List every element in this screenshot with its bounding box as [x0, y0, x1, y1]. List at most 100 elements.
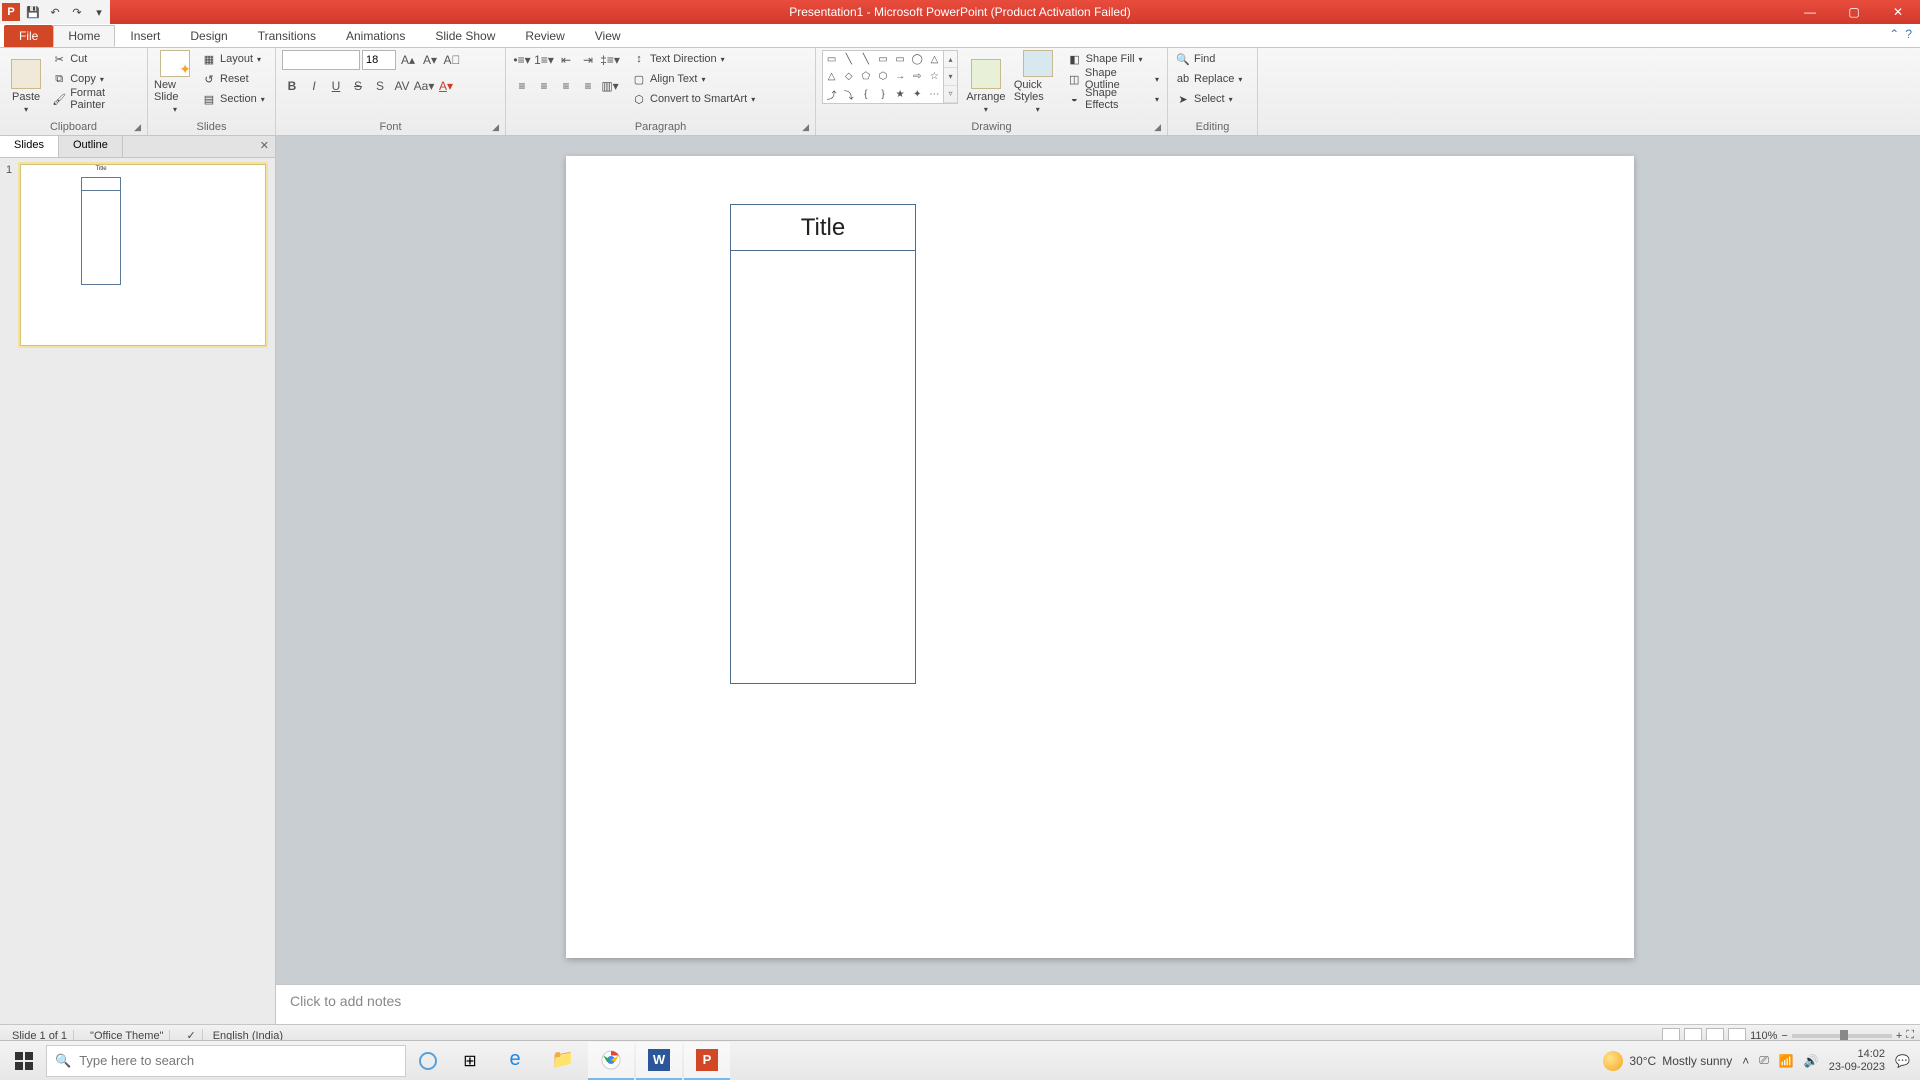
align-center-button[interactable]: ≡ [534, 76, 554, 96]
convert-smartart-button[interactable]: ⬡Convert to SmartArt ▾ [630, 90, 757, 108]
italic-button[interactable]: I [304, 76, 324, 96]
close-button[interactable]: ✕ [1876, 0, 1920, 24]
font-size-combo[interactable]: 18 [362, 50, 396, 70]
text-shadow-button[interactable]: S [370, 76, 390, 96]
weather-widget[interactable]: 30°C Mostly sunny [1603, 1051, 1732, 1071]
justify-button[interactable]: ≡ [578, 76, 598, 96]
align-right-button[interactable]: ≡ [556, 76, 576, 96]
section-button[interactable]: ▤Section ▾ [200, 90, 267, 108]
layout-button[interactable]: ▦Layout ▾ [200, 50, 267, 68]
select-button[interactable]: ➤Select ▾ [1174, 90, 1244, 108]
start-button[interactable] [4, 1045, 44, 1077]
group-drawing: ▭╲╲▭▭◯△ △◇⬠⬡→⇨☆ ⤴⤵{}★✦⋯ ▴▾▿ Arrange▾ Qui… [816, 48, 1168, 135]
windows-logo-icon [15, 1052, 33, 1070]
shape-effects-button[interactable]: ◒Shape Effects ▾ [1066, 90, 1161, 108]
app-icon[interactable]: P [2, 3, 20, 21]
slide-canvas[interactable]: Title [566, 156, 1634, 958]
help-icon[interactable]: ? [1905, 27, 1912, 41]
bullets-button[interactable]: •≡▾ [512, 50, 532, 70]
taskbar-app-explorer[interactable]: 📁 [540, 1042, 586, 1080]
copy-button[interactable]: ⧉Copy ▾ [50, 70, 141, 88]
tab-view[interactable]: View [580, 25, 636, 47]
replace-button[interactable]: abReplace ▾ [1174, 70, 1244, 88]
grow-font-button[interactable]: A▴ [398, 50, 418, 70]
tray-meet-now-icon[interactable]: ⎚ [1759, 1053, 1769, 1068]
shape-fill-button[interactable]: ◧Shape Fill ▾ [1066, 50, 1161, 68]
tray-wifi-icon[interactable]: 📶 [1779, 1054, 1794, 1068]
qat-customize-icon[interactable]: ▾ [90, 3, 108, 21]
drawing-dialog-launcher[interactable]: ◢ [1154, 122, 1161, 133]
taskbar-app-word[interactable]: W [636, 1042, 682, 1080]
tab-design[interactable]: Design [175, 25, 242, 47]
save-icon[interactable]: 💾 [24, 3, 42, 21]
minimize-ribbon-icon[interactable]: ⌃ [1889, 27, 1899, 41]
slide-thumbnail[interactable]: Title [20, 164, 266, 346]
tab-review[interactable]: Review [510, 25, 579, 47]
cortana-button[interactable] [408, 1045, 448, 1077]
maximize-button[interactable]: ▢ [1832, 0, 1876, 24]
clear-formatting-button[interactable]: A⃠ [442, 50, 462, 70]
tray-clock[interactable]: 14:02 23-09-2023 [1829, 1048, 1885, 1074]
panel-tabs: Slides Outline ✕ [0, 136, 275, 158]
line-spacing-button[interactable]: ‡≡▾ [600, 50, 620, 70]
tab-file[interactable]: File [4, 25, 53, 47]
tray-chevron-icon[interactable]: ˄ [1742, 1054, 1749, 1068]
bold-button[interactable]: B [282, 76, 302, 96]
format-painter-button[interactable]: 🖌Format Painter [50, 90, 141, 108]
taskbar-app-powerpoint[interactable]: P [684, 1042, 730, 1080]
taskbar-app-edge[interactable]: e [492, 1042, 538, 1080]
paragraph-dialog-launcher[interactable]: ◢ [802, 122, 809, 133]
table-title-cell[interactable]: Title [731, 205, 915, 251]
font-dialog-launcher[interactable]: ◢ [492, 122, 499, 133]
brush-icon: 🖌 [52, 92, 66, 106]
smartart-label: Convert to SmartArt [650, 93, 747, 105]
shapes-gallery[interactable]: ▭╲╲▭▭◯△ △◇⬠⬡→⇨☆ ⤴⤵{}★✦⋯ [822, 50, 944, 104]
tray-notifications-icon[interactable]: 💬 [1895, 1054, 1910, 1068]
shrink-font-button[interactable]: A▾ [420, 50, 440, 70]
shapes-gallery-scroll[interactable]: ▴▾▿ [944, 50, 958, 104]
tab-animations[interactable]: Animations [331, 25, 420, 47]
font-family-combo[interactable] [282, 50, 360, 70]
tab-home[interactable]: Home [53, 25, 115, 47]
numbering-button[interactable]: 1≡▾ [534, 50, 554, 70]
panel-tab-slides[interactable]: Slides [0, 136, 59, 157]
panel-close-icon[interactable]: ✕ [260, 139, 269, 152]
redo-icon[interactable]: ↷ [68, 3, 86, 21]
arrange-button[interactable]: Arrange▾ [962, 50, 1010, 114]
task-view-button[interactable]: ⊞ [450, 1045, 490, 1077]
undo-icon[interactable]: ↶ [46, 3, 64, 21]
reset-button[interactable]: ↺Reset [200, 70, 267, 88]
font-color-button[interactable]: A▾ [436, 76, 456, 96]
tray-volume-icon[interactable]: 🔊 [1804, 1054, 1819, 1068]
columns-button[interactable]: ▥▾ [600, 76, 620, 96]
change-case-button[interactable]: Aa▾ [414, 76, 434, 96]
text-direction-button[interactable]: ↕Text Direction ▾ [630, 50, 757, 68]
align-text-button[interactable]: ▢Align Text ▾ [630, 70, 757, 88]
character-spacing-button[interactable]: AV [392, 76, 412, 96]
decrease-indent-button[interactable]: ⇤ [556, 50, 576, 70]
paste-button[interactable]: Paste ▾ [6, 50, 46, 114]
cut-button[interactable]: ✂Cut [50, 50, 141, 68]
tab-transitions[interactable]: Transitions [243, 25, 331, 47]
minimize-button[interactable]: — [1788, 0, 1832, 24]
increase-indent-button[interactable]: ⇥ [578, 50, 598, 70]
new-slide-button[interactable]: ✦ New Slide ▾ [154, 50, 196, 114]
tab-slideshow[interactable]: Slide Show [420, 25, 510, 47]
clipboard-group-label: Clipboard [50, 121, 97, 133]
quick-styles-button[interactable]: Quick Styles▾ [1014, 50, 1062, 114]
strikethrough-button[interactable]: S [348, 76, 368, 96]
taskbar-app-chrome[interactable] [588, 1042, 634, 1080]
taskbar-search[interactable]: 🔍 Type here to search [46, 1045, 406, 1077]
clipboard-dialog-launcher[interactable]: ◢ [134, 122, 141, 133]
panel-tab-outline[interactable]: Outline [59, 136, 123, 157]
table-shape[interactable]: Title [730, 204, 916, 684]
align-left-button[interactable]: ≡ [512, 76, 532, 96]
zoom-slider[interactable] [1792, 1034, 1892, 1038]
slide-canvas-viewport[interactable]: Title [276, 136, 1920, 984]
underline-button[interactable]: U [326, 76, 346, 96]
notes-pane[interactable]: Click to add notes [276, 984, 1920, 1024]
find-button[interactable]: 🔍Find [1174, 50, 1244, 68]
weather-icon [1603, 1051, 1623, 1071]
tab-insert[interactable]: Insert [115, 25, 175, 47]
shape-outline-button[interactable]: ◫Shape Outline ▾ [1066, 70, 1161, 88]
